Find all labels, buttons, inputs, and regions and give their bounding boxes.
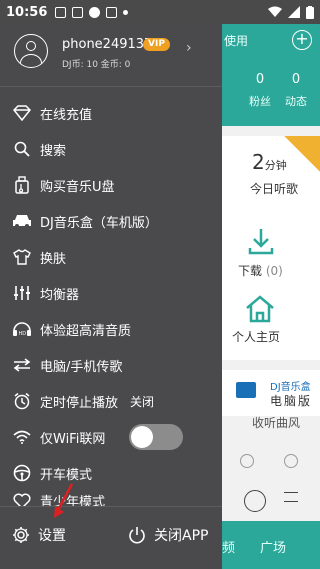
wifi-only-toggle[interactable]	[129, 424, 183, 450]
followers-count: 0	[255, 72, 265, 87]
posts-label: 动态	[285, 95, 307, 108]
calendar-icon	[106, 6, 118, 18]
menu-car-version[interactable]: DJ音乐盒（车机版）	[0, 203, 222, 239]
menu-label: 换肤	[40, 251, 67, 267]
app-a-icon	[72, 6, 84, 18]
bottom-nav: 频 广场	[222, 521, 320, 569]
transfer-icon	[12, 355, 32, 375]
close-app-button[interactable]: 关闭APP	[128, 525, 208, 545]
home-icon	[246, 295, 274, 323]
listen-minutes: 2分钟	[252, 150, 287, 174]
add-icon[interactable]: +	[292, 30, 312, 50]
dj-box-line1: DJ音乐盒	[270, 382, 311, 393]
status-notification-icons	[55, 6, 129, 18]
posts-stat[interactable]: 0 动态	[276, 72, 316, 109]
battery-icon	[306, 5, 314, 19]
background-page: 使用 + 0 粉丝 0 动态 2分钟 今日听歌 下载 (0) 个人主页 DJ音乐…	[222, 24, 320, 569]
menu-label: 开车模式	[40, 467, 93, 483]
username: phone249137	[62, 37, 153, 52]
menu-label: 定时停止播放	[40, 395, 119, 411]
followers-label: 粉丝	[249, 95, 271, 108]
download-label: 下载 (0)	[238, 264, 283, 278]
listen-style-label[interactable]: 收听曲风	[252, 414, 300, 431]
wifi-signal-icon	[268, 6, 282, 17]
tab-frequency[interactable]: 频	[222, 537, 235, 556]
svg-text:HD: HD	[19, 331, 27, 337]
today-listening-card[interactable]: 2分钟 今日听歌	[222, 136, 320, 220]
gallery-icon	[55, 6, 67, 18]
user-profile[interactable]: phone249137 VIP DJ币: 10 金币: 0 ›	[0, 24, 222, 84]
chevron-right-icon[interactable]: ›	[186, 40, 192, 56]
annotation-arrow	[54, 483, 74, 518]
download-card[interactable]: 下载 (0) 个人主页	[222, 220, 320, 360]
status-system-icons	[268, 5, 314, 19]
download-icon	[248, 229, 274, 255]
steering-wheel-icon	[12, 463, 32, 483]
menu-label: 体验超高清音质	[40, 323, 132, 339]
drawer-footer: 设置 关闭APP	[0, 506, 222, 569]
menu-driving-mode[interactable]: 开车模式	[0, 455, 222, 491]
tab-square[interactable]: 广场	[260, 537, 286, 556]
corner-badge	[284, 136, 320, 172]
status-time: 10:56	[6, 4, 48, 20]
dj-box-promo[interactable]: DJ音乐盒 电脑版	[222, 370, 320, 416]
menu-label: DJ音乐盒（车机版）	[40, 215, 158, 231]
player-controls	[222, 454, 320, 514]
car-icon	[12, 211, 32, 231]
shirt-icon	[12, 247, 32, 267]
menu-recharge[interactable]: 在线充值	[0, 95, 222, 131]
use-text: 使用	[224, 34, 249, 48]
menu-label: 电脑/手机传歌	[40, 359, 123, 375]
close-app-label: 关闭APP	[154, 528, 209, 544]
hd-icon: HD	[12, 319, 32, 339]
settings-label: 设置	[38, 528, 66, 544]
menu-label: 均衡器	[40, 287, 80, 303]
side-drawer: phone249137 VIP DJ币: 10 金币: 0 › 在线充值 搜索 …	[0, 24, 222, 569]
menu-label: 在线充值	[40, 107, 93, 123]
wifi-icon	[12, 427, 32, 447]
pause-icon[interactable]	[244, 490, 266, 512]
menu-transfer[interactable]: 电脑/手机传歌	[0, 347, 222, 383]
today-listen-label: 今日听歌	[250, 182, 299, 196]
diamond-icon	[12, 103, 32, 123]
history-icon[interactable]	[284, 454, 298, 468]
followers-stat[interactable]: 0 粉丝	[240, 72, 280, 109]
profile-header-bg: 使用 + 0 粉丝 0 动态	[222, 24, 320, 126]
menu-wifi-only: 仅WiFi联网	[0, 419, 222, 455]
menu-buy-usb[interactable]: 购买音乐U盘	[0, 167, 222, 203]
menu-equalizer[interactable]: 均衡器	[0, 275, 222, 311]
menu-skin[interactable]: 换肤	[0, 239, 222, 275]
divider	[0, 86, 222, 87]
avatar[interactable]	[14, 34, 48, 68]
dot-icon	[123, 9, 129, 15]
gear-icon	[12, 526, 30, 544]
sleep-timer-value: 关闭	[130, 394, 155, 409]
home-label: 个人主页	[232, 330, 281, 344]
toggle-knob	[131, 426, 153, 448]
menu-sleep-timer[interactable]: 定时停止播放 关闭	[0, 383, 222, 419]
menu-label: 购买音乐U盘	[40, 179, 115, 195]
monitor-icon	[236, 382, 256, 398]
search-icon	[12, 139, 32, 159]
cell-signal-icon	[288, 6, 300, 18]
menu-label: 仅WiFi联网	[40, 431, 106, 447]
usb-icon	[12, 175, 32, 195]
equalizer-icon	[12, 283, 32, 303]
add-circle-icon[interactable]	[240, 454, 254, 468]
playlist-icon[interactable]	[284, 492, 298, 502]
record-icon	[89, 6, 101, 18]
menu-hd-audio[interactable]: HD 体验超高清音质	[0, 311, 222, 347]
menu-label: 搜索	[40, 143, 67, 159]
posts-count: 0	[291, 72, 301, 87]
coin-balance: DJ币: 10 金币: 0	[62, 60, 131, 70]
power-icon	[128, 526, 146, 544]
dj-box-line2: 电脑版	[270, 394, 313, 408]
alarm-icon	[12, 391, 32, 411]
vip-badge: VIP	[143, 38, 170, 51]
settings-button[interactable]: 设置	[12, 525, 66, 545]
menu-search[interactable]: 搜索	[0, 131, 222, 167]
status-bar: 10:56	[0, 0, 320, 24]
